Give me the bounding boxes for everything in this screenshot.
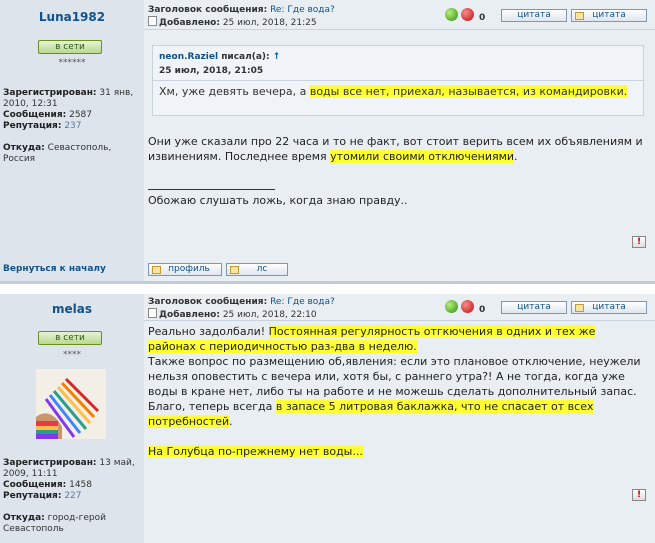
karma-minus-icon[interactable] — [461, 300, 474, 313]
added-label: Добавлено: — [159, 18, 220, 28]
profile-icon — [152, 266, 161, 274]
location-label: Откуда: — [3, 143, 45, 153]
p1-text-a: Реально задолбали! — [148, 325, 269, 338]
document-icon[interactable] — [148, 308, 157, 318]
karma-count: 0 — [479, 13, 486, 23]
document-icon[interactable] — [148, 16, 157, 26]
rank-stars: ****** — [58, 58, 86, 68]
messages-value: 1458 — [69, 480, 92, 490]
added-value: 25 июл, 2018, 22:10 — [222, 310, 317, 320]
report-icon[interactable]: ! — [632, 236, 646, 248]
quote-button-label: цитата — [592, 302, 626, 312]
avatar — [36, 369, 106, 439]
signature-divider — [148, 189, 275, 190]
added-value: 25 июл, 2018, 21:25 — [222, 18, 317, 28]
quote-author: neon.Raziel писал(а): ↑ — [159, 52, 280, 62]
username-link[interactable]: melas — [0, 302, 144, 316]
quote-text-a: Хм, уже девять вечера, а — [159, 85, 310, 98]
post-gap — [0, 284, 655, 294]
username-link[interactable]: Luna1982 — [0, 10, 144, 24]
messages-value: 2587 — [69, 110, 92, 120]
reputation-value[interactable]: 227 — [64, 491, 81, 501]
rank-stars: **** — [63, 350, 81, 360]
quote-jump-arrow[interactable]: ↑ — [273, 52, 281, 62]
reputation-value[interactable]: 237 — [64, 121, 81, 131]
added-label: Добавлено: — [159, 310, 220, 320]
quote-block: neon.Raziel писал(а): ↑ 25 июл, 2018, 21… — [152, 45, 644, 116]
registered-label: Зарегистрирован: — [3, 458, 97, 468]
report-icon[interactable]: ! — [632, 489, 646, 501]
registered-label: Зарегистрирован: — [3, 88, 97, 98]
karma-plus-icon[interactable] — [445, 8, 458, 21]
post-luna1982: Luna1982 в сети ****** Зарегистрирован: … — [0, 0, 655, 281]
users-icon — [230, 266, 239, 274]
header-divider — [144, 320, 655, 321]
reputation-label: Репутация: — [3, 491, 62, 501]
avatar-image — [36, 369, 106, 439]
messages-label: Сообщения: — [3, 110, 67, 120]
quote-wrote: писал(а): — [221, 52, 270, 62]
post-melas: melas в сети **** Зарегистрирован: 13 ма… — [0, 294, 655, 543]
online-badge: в сети — [38, 331, 102, 345]
back-to-top-link[interactable]: Вернуться к началу — [3, 264, 106, 274]
post-header: Заголовок сообщения: Re: Где вода? Добав… — [148, 297, 335, 321]
quote-author-name[interactable]: neon.Raziel — [159, 52, 218, 62]
header-divider — [144, 29, 655, 30]
post-body: Они уже сказали про 22 часа и то не факт… — [148, 134, 643, 164]
reputation-label: Репутация: — [3, 121, 62, 131]
quote-selected-button[interactable]: цитата — [571, 9, 647, 22]
profile-button-label: профиль — [168, 264, 210, 274]
user-info: Зарегистрирован: 13 май, 2009, 11:11 Соо… — [3, 458, 141, 535]
profile-button[interactable]: профиль — [148, 263, 222, 276]
body-text-b: . — [514, 150, 518, 163]
karma-minus-icon[interactable] — [461, 8, 474, 21]
post-body: Реально задолбали! Постоянная регулярнос… — [148, 324, 643, 459]
p3-text-highlight: На Голубца по-прежнему нет воды... — [148, 445, 363, 458]
online-badge: в сети — [38, 40, 102, 54]
private-message-button[interactable]: лс — [226, 263, 288, 276]
p2-text-b: . — [229, 415, 233, 428]
quote-button[interactable]: цитата — [501, 301, 567, 314]
post-header: Заголовок сообщения: Re: Где вода? Добав… — [148, 5, 335, 29]
signature: Обожаю слушать ложь, когда знаю правду.. — [148, 194, 408, 207]
karma-count: 0 — [479, 305, 486, 315]
quote-icon — [575, 304, 584, 312]
subject-link[interactable]: Re: Где вода? — [270, 5, 335, 15]
user-info: Зарегистрирован: 31 янв, 2010, 12:31 Соо… — [3, 88, 141, 165]
quote-button[interactable]: цитата — [501, 9, 567, 22]
quote-text-highlight: воды все нет, приехал, называется, из ко… — [309, 85, 628, 98]
karma-plus-icon[interactable] — [445, 300, 458, 313]
quote-date: 25 июл, 2018, 21:05 — [159, 66, 264, 76]
subject-label: Заголовок сообщения: — [148, 5, 268, 15]
subject-label: Заголовок сообщения: — [148, 297, 268, 307]
quote-divider — [153, 80, 643, 81]
body-text-highlight: утомили своими отключениями — [330, 150, 515, 163]
quote-text: Хм, уже девять вечера, а воды все нет, п… — [159, 84, 629, 100]
pm-button-label: лс — [256, 264, 268, 274]
location-label: Откуда: — [3, 513, 45, 523]
quote-icon — [575, 12, 584, 20]
subject-link[interactable]: Re: Где вода? — [270, 297, 335, 307]
quote-selected-button[interactable]: цитата — [571, 301, 647, 314]
quote-button-label: цитата — [592, 10, 626, 20]
messages-label: Сообщения: — [3, 480, 67, 490]
